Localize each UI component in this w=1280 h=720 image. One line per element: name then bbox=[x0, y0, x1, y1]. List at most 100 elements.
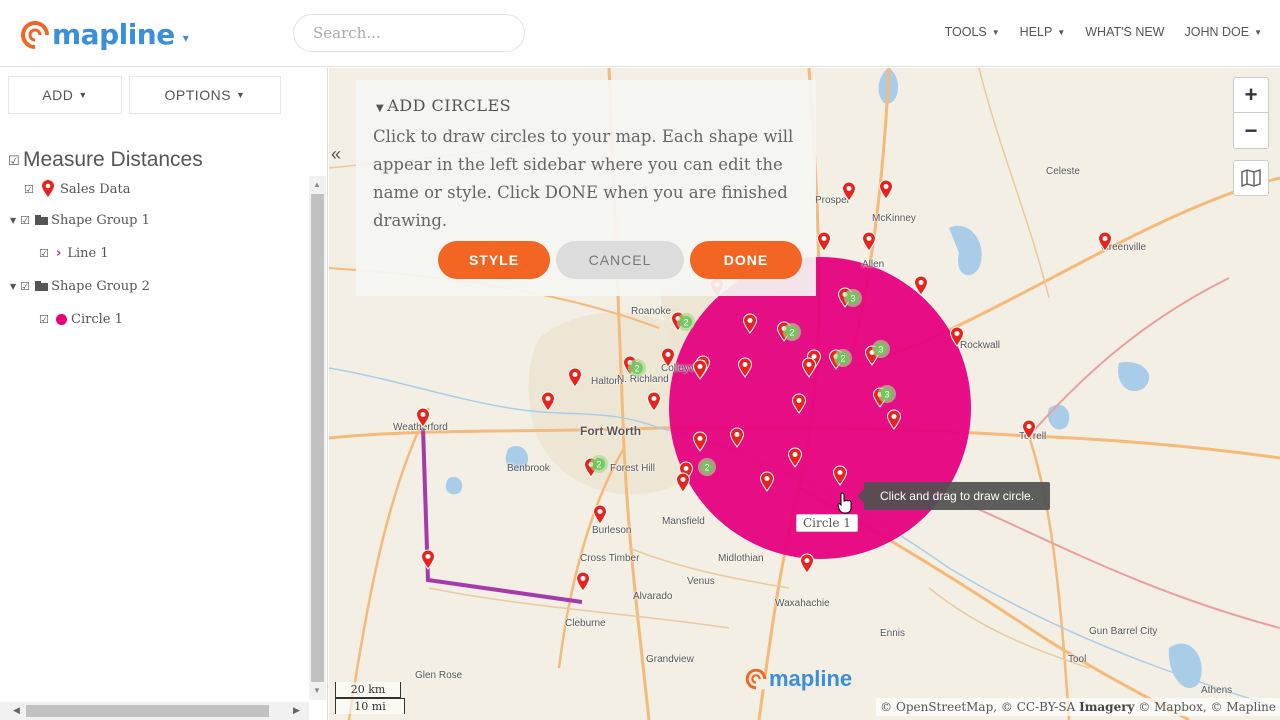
cluster-marker[interactable]: 2 bbox=[834, 349, 852, 367]
sidebar: ADD ▼ OPTIONS ▼ ☑ Measure Distances ☑ Sale… bbox=[0, 68, 328, 720]
map-marker-icon[interactable] bbox=[913, 275, 929, 296]
vertical-scrollbar[interactable]: ▲ ▼ bbox=[309, 176, 326, 700]
map-title[interactable]: ☑ Measure Distances bbox=[8, 148, 203, 172]
map-marker-icon[interactable] bbox=[878, 179, 894, 200]
tree-item-label: Shape Group 2 bbox=[51, 279, 150, 294]
cluster-count: 3 bbox=[878, 345, 883, 355]
checkbox-icon[interactable]: ☑ bbox=[8, 154, 20, 167]
horizontal-scrollbar[interactable]: ◀ ▶ bbox=[0, 702, 309, 720]
map-marker-icon[interactable] bbox=[742, 313, 758, 334]
scroll-right-icon[interactable]: ▶ bbox=[293, 705, 300, 716]
cluster-marker[interactable]: 3 bbox=[872, 340, 890, 358]
cancel-button[interactable]: CANCEL bbox=[556, 241, 684, 279]
cluster-marker[interactable]: 2 bbox=[628, 359, 646, 377]
map-layers-icon bbox=[1241, 169, 1261, 187]
map-marker-icon[interactable] bbox=[729, 427, 745, 448]
attribution-text: © Mapbox, © Mapline bbox=[1134, 700, 1276, 714]
zoom-control: + − bbox=[1233, 77, 1269, 149]
cluster-count: 2 bbox=[789, 328, 794, 338]
add-button[interactable]: ADD ▼ bbox=[8, 76, 122, 114]
scrollbar-thumb[interactable] bbox=[26, 705, 269, 717]
style-button[interactable]: STYLE bbox=[438, 241, 550, 279]
scroll-up-icon[interactable]: ▲ bbox=[313, 180, 321, 189]
cluster-marker[interactable]: 2 bbox=[783, 323, 801, 341]
tree-item-label: Shape Group 1 bbox=[51, 213, 150, 228]
map-marker-icon[interactable] bbox=[799, 553, 815, 574]
cluster-marker[interactable]: 3 bbox=[844, 289, 862, 307]
logo-icon bbox=[745, 668, 767, 690]
tree-item-shape-group-1[interactable]: ▼ ☑ Shape Group 1 bbox=[10, 213, 150, 228]
map-marker-icon[interactable] bbox=[675, 472, 691, 493]
map-attribution: © OpenStreetMap, © CC-BY-SA Imagery © Ma… bbox=[876, 698, 1280, 716]
attribution-imagery-link[interactable]: Imagery bbox=[1079, 700, 1134, 714]
tree-item-circle-1[interactable]: ☑ Circle 1 bbox=[39, 312, 123, 327]
checkbox-icon[interactable]: ☑ bbox=[20, 215, 31, 226]
map-marker-icon[interactable] bbox=[692, 431, 708, 452]
options-button[interactable]: OPTIONS ▼ bbox=[129, 76, 281, 114]
checkbox-icon[interactable]: ☑ bbox=[39, 314, 50, 325]
map-marker-icon[interactable] bbox=[949, 326, 965, 347]
logo-icon bbox=[21, 20, 49, 49]
nav-help[interactable]: HELP ▼ bbox=[1020, 25, 1066, 39]
tree-item-line-1[interactable]: ☑ › Line 1 bbox=[39, 246, 109, 261]
collapse-sidebar-icon[interactable]: « bbox=[331, 144, 341, 165]
nav-user[interactable]: JOHN DOE ▼ bbox=[1184, 25, 1262, 39]
chevron-down-icon[interactable]: ▾ bbox=[183, 31, 189, 45]
caret-down-icon: ▼ bbox=[1254, 27, 1262, 37]
nav-whats-new[interactable]: WHAT'S NEW bbox=[1085, 25, 1164, 39]
map-marker-icon[interactable] bbox=[861, 231, 877, 252]
panel-title[interactable]: ▼ ADD CIRCLES bbox=[376, 96, 511, 115]
map-marker-icon[interactable] bbox=[1021, 419, 1037, 440]
map-marker-icon[interactable] bbox=[886, 409, 902, 430]
scrollbar-thumb[interactable] bbox=[311, 194, 324, 682]
map-marker-icon[interactable] bbox=[816, 231, 832, 252]
cluster-count: 3 bbox=[884, 390, 889, 400]
zoom-out-button[interactable]: − bbox=[1234, 113, 1268, 148]
map-marker-icon[interactable] bbox=[692, 359, 708, 380]
map-marker-icon[interactable] bbox=[646, 391, 662, 412]
map-marker-icon[interactable] bbox=[540, 391, 556, 412]
zoom-in-button[interactable]: + bbox=[1234, 78, 1268, 113]
tree-item-sales-data[interactable]: ☑ Sales Data bbox=[24, 180, 130, 198]
checkbox-icon[interactable]: ☑ bbox=[20, 281, 31, 292]
map-marker-icon[interactable] bbox=[759, 471, 775, 492]
nav-whats-new-label: WHAT'S NEW bbox=[1085, 25, 1165, 39]
map-marker-icon[interactable] bbox=[1097, 231, 1113, 252]
caret-down-icon[interactable]: ▼ bbox=[10, 282, 16, 291]
map-marker-icon[interactable] bbox=[787, 447, 803, 468]
map-canvas[interactable]: Fort Worth Weatherford Benbrook Forest Hill… bbox=[329, 68, 1280, 720]
caret-down-icon[interactable]: ▼ bbox=[10, 216, 16, 225]
map-marker-icon bbox=[42, 180, 54, 197]
checkbox-icon[interactable]: ☑ bbox=[39, 248, 50, 259]
scroll-down-icon[interactable]: ▼ bbox=[313, 686, 321, 695]
map-marker-icon[interactable] bbox=[575, 571, 591, 592]
attribution-text: © OpenStreetMap, © CC-BY-SA bbox=[880, 700, 1080, 714]
caret-down-icon: ▼ bbox=[376, 103, 385, 114]
cluster-count: 2 bbox=[683, 318, 688, 328]
map-marker-icon[interactable] bbox=[841, 181, 857, 202]
map-marker-icon[interactable] bbox=[592, 504, 608, 525]
map-marker-icon[interactable] bbox=[420, 549, 436, 570]
map-marker-icon[interactable] bbox=[801, 357, 817, 378]
map-marker-icon[interactable] bbox=[737, 357, 753, 378]
map-marker-icon[interactable] bbox=[791, 393, 807, 414]
mapline-logo[interactable]: mapline ▾ bbox=[20, 18, 189, 51]
circle-label: Circle 1 bbox=[796, 514, 858, 532]
cluster-marker[interactable]: 3 bbox=[878, 385, 896, 403]
nav-tools[interactable]: TOOLS ▼ bbox=[945, 25, 1000, 39]
cluster-marker[interactable]: 2 bbox=[677, 313, 695, 331]
tree-item-shape-group-2[interactable]: ▼ ☑ Shape Group 2 bbox=[10, 279, 150, 294]
map-marker-icon[interactable] bbox=[832, 465, 848, 486]
map-marker-icon[interactable] bbox=[415, 407, 431, 428]
search-input[interactable] bbox=[293, 14, 525, 52]
checkbox-icon[interactable]: ☑ bbox=[24, 184, 35, 195]
caret-down-icon: ▼ bbox=[991, 27, 1000, 37]
map-layers-button[interactable] bbox=[1233, 160, 1269, 196]
cluster-marker[interactable]: 2 bbox=[590, 455, 608, 473]
done-button[interactable]: DONE bbox=[690, 241, 802, 279]
map-marker-icon[interactable] bbox=[567, 367, 583, 388]
cluster-marker[interactable]: 2 bbox=[698, 458, 716, 476]
map-marker-icon[interactable] bbox=[660, 347, 676, 368]
line-icon: › bbox=[56, 246, 62, 261]
scroll-left-icon[interactable]: ◀ bbox=[13, 705, 20, 716]
